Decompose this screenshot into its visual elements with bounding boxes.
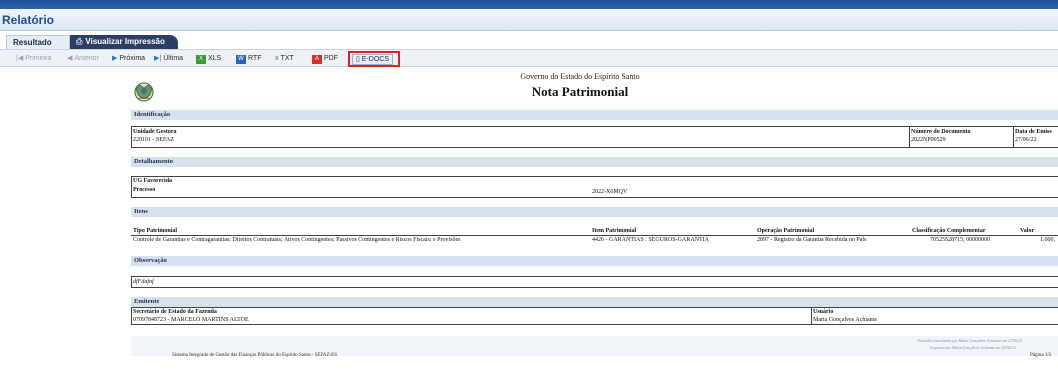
divider [1013, 126, 1014, 148]
export-xls-button[interactable]: X XLS [196, 53, 221, 64]
prev-label: Anterior [74, 55, 99, 62]
col-item-patrimonial: Item Patrimonial [592, 228, 637, 234]
pdf-icon: A [312, 55, 322, 64]
tab-visualizar-impressao[interactable]: ⎙ Visualizar Impressão [70, 35, 178, 49]
footer-note-1: Emitido/consolidado por Marta Gonçalves … [918, 338, 1023, 343]
section-itens: Itens [131, 207, 1058, 217]
next-icon: ▶ [112, 55, 118, 62]
tab-strip: Resultado ⎙ Visualizar Impressão [0, 31, 1058, 49]
xls-icon: X [196, 55, 206, 64]
top-bar [0, 0, 1058, 9]
tab-resultado[interactable]: Resultado [6, 35, 70, 49]
row-classificacao: 70525528715; 00000000 [930, 237, 991, 243]
xls-label: XLS [208, 55, 222, 62]
printer-icon: ⎙ [76, 37, 83, 46]
data-emissao-value: 27/06/22 [1015, 137, 1037, 143]
numero-documento-value: 2022NP00529 [911, 137, 946, 143]
usuario-value: Marta Gonçalves Achiame [813, 317, 877, 323]
orgao-label: Secretário de Estado da Fazenda [133, 309, 217, 315]
report-toolbar: |◀ Primeira ◀ Anterior ▶ Próxima ▶| Última X… [0, 49, 1058, 67]
export-rtf-button[interactable]: W RTF [236, 53, 261, 64]
row-item: 4426 - GARANTIAS : SEGUROS-GARANTIA [592, 237, 709, 243]
unidade-gestora-label: Unidade Gestora [133, 129, 177, 135]
section-identificacao: Identificação [131, 110, 1058, 120]
state-emblem-icon [134, 82, 154, 102]
last-icon: ▶| [154, 55, 162, 62]
row-tipo: Controle de Garantias e Contragarantias;… [133, 237, 461, 243]
footer-system: Sistema Integrado de Gestão das Finanças… [172, 353, 338, 358]
export-pdf-button[interactable]: A PDF [312, 53, 338, 64]
title-bar: Relatório [0, 9, 1058, 31]
divider [909, 126, 910, 148]
col-tipo-patrimonial: Tipo Patrimonial [133, 228, 178, 234]
next-page-button[interactable]: ▶ Próxima [112, 53, 145, 64]
first-page-button[interactable]: |◀ Primeira [16, 53, 51, 64]
txt-label: TXT [280, 55, 294, 62]
observacao-text: dfFdafaf [133, 279, 154, 285]
row-valor: 1.000, [1040, 237, 1055, 243]
row-operacao: 2897 - Registro da Garantia Recebida no … [757, 237, 867, 243]
divider [811, 307, 812, 325]
pdf-label: PDF [324, 55, 338, 62]
txt-icon: ≡ [275, 56, 279, 62]
edocs-label: E-DOCS [361, 56, 390, 63]
section-emitente: Emitente [131, 297, 1058, 307]
data-emissao-label: Data de Emiss [1015, 129, 1052, 135]
processo-label: Processo [133, 187, 156, 193]
ug-favorecida-label: UG Favorecida [133, 178, 173, 184]
usuario-label: Usuário [813, 309, 834, 315]
export-txt-button[interactable]: ≡ TXT [275, 53, 294, 64]
emitente-box [131, 307, 1058, 325]
section-detalhamento: Detalhamento [131, 157, 1058, 167]
observacao-box [131, 276, 1058, 288]
edocs-button[interactable]: ▯ E-DOCS [352, 54, 394, 65]
rtf-icon: W [236, 55, 246, 64]
prev-page-button[interactable]: ◀ Anterior [67, 53, 99, 64]
footer-page-number: Página 1/2 [1030, 353, 1052, 358]
last-page-button[interactable]: ▶| Última [154, 53, 183, 64]
section-observacao: Observação [131, 256, 1058, 266]
prev-icon: ◀ [67, 55, 73, 62]
rtf-label: RTF [248, 55, 262, 62]
header-rule [131, 235, 1058, 236]
numero-documento-label: Número do Documento [911, 129, 971, 135]
processo-value: 2022-X6MQV [592, 189, 628, 195]
col-valor: Valor [1020, 228, 1035, 234]
first-icon: |◀ [16, 55, 24, 62]
app-title: Relatório [2, 13, 55, 27]
next-label: Próxima [119, 55, 146, 62]
first-label: Primeira [25, 55, 52, 62]
document-title: Nota Patrimonial [531, 84, 629, 99]
col-operacao-patrimonial: Operação Patrimonial [757, 228, 815, 234]
orgao-value: 07097848723 - MARCELO MARTINS ALTOE [133, 317, 249, 323]
last-label: Última [163, 55, 184, 62]
government-name: Governo do Estado do Espírito Santo [520, 72, 640, 81]
col-classificacao: Classificação Complementar [912, 228, 986, 234]
tab-visualizar-label: Visualizar Impressão [85, 37, 165, 46]
footer-note-2: Impresso por Marta Gonçalves Achiame em … [930, 345, 1016, 350]
tab-resultado-label: Resultado [13, 38, 52, 47]
unidade-gestora-value: 220101 - SEFAZ [133, 137, 174, 143]
